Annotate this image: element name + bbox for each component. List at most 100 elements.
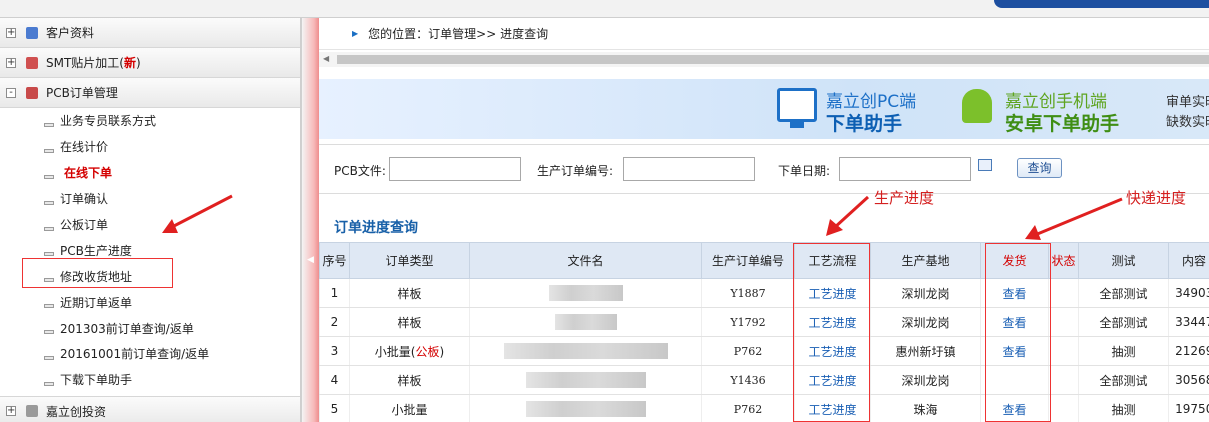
search-panel: PCB文件: 生产订单编号: 下单日期: 查询 — [319, 144, 1209, 194]
table-row: 5 小批量 P762 工艺进度 珠海 查看 抽测 19750 — [319, 394, 1209, 422]
highlight-box-shipping — [985, 243, 1051, 422]
cell-base: 深圳龙岗 — [870, 365, 981, 395]
expand-icon[interactable]: + — [6, 406, 16, 416]
sidebar-item-label: 201303前订单查询/返单 — [60, 321, 194, 336]
user-icon — [26, 26, 38, 39]
order-type-tail: ) — [439, 344, 445, 359]
sidebar-group-customer[interactable]: + 客户资料 — [0, 18, 300, 48]
item-bullet-icon — [44, 174, 54, 179]
new-badge: 新 — [123, 56, 136, 70]
arrow-express — [1025, 197, 1123, 240]
order-no-input[interactable] — [623, 157, 755, 181]
cell-type: 样板 — [349, 278, 470, 308]
cell-filename — [469, 394, 702, 422]
banner-side-text-1: 审单实时 — [1166, 95, 1209, 110]
table-row: 4 样板 Y1436 工艺进度 深圳龙岗 全部测试 30568 — [319, 365, 1209, 395]
app-root: + 客户资料 + SMT贴片加工(新) - PCB订单管理 业务专员联系方式 在… — [0, 0, 1209, 422]
item-bullet-icon — [44, 381, 54, 386]
sidebar-group-pcb-orders[interactable]: - PCB订单管理 — [0, 78, 300, 108]
item-bullet-icon — [44, 226, 54, 231]
table-header-row: 序号 订单类型 文件名 生产订单编号 工艺流程 生产基地 发货 状态 测试 内容 — [319, 242, 1209, 279]
sidebar-splitter[interactable]: ◀ — [301, 18, 319, 422]
sidebar-group-smt[interactable]: + SMT贴片加工(新) — [0, 48, 300, 78]
item-bullet-icon — [44, 122, 54, 127]
sidebar-group-label: 客户资料 — [46, 26, 95, 40]
col-header-status: 状态 — [1048, 242, 1079, 279]
cell-test: 全部测试 — [1078, 365, 1169, 395]
banner-pc-subtitle: 下单助手 — [826, 113, 903, 135]
cell-status — [1048, 336, 1079, 366]
cell-type: 小批量(公板) — [349, 336, 470, 366]
cell-content: 33447 — [1168, 307, 1209, 337]
sidebar-item-query-2016[interactable]: 20161001前订单查询/返单 — [44, 341, 300, 367]
order-date-label: 下单日期: — [778, 164, 831, 178]
cell-content: 19750 — [1168, 394, 1209, 422]
pcb-file-input[interactable] — [389, 157, 521, 181]
sidebar: + 客户资料 + SMT贴片加工(新) - PCB订单管理 业务专员联系方式 在… — [0, 18, 301, 422]
sidebar-group-invest[interactable]: + 嘉立创投资 — [0, 396, 300, 422]
cell-order-no: Y1436 — [701, 365, 795, 395]
col-header-filename: 文件名 — [469, 242, 702, 279]
cell-status — [1048, 394, 1079, 422]
calendar-icon[interactable] — [978, 159, 992, 171]
order-type-note: 公板 — [415, 344, 440, 359]
redacted-filename — [525, 372, 646, 388]
col-header-type: 订单类型 — [349, 242, 470, 279]
expand-icon[interactable]: + — [6, 57, 16, 68]
scroll-left-icon[interactable]: ◀ — [323, 54, 329, 63]
table-row: 2 样板 Y1792 工艺进度 深圳龙岗 查看 全部测试 33447 — [319, 307, 1209, 337]
scrollbar-thumb[interactable] — [337, 55, 1209, 64]
cell-no: 2 — [319, 307, 350, 337]
download-banner[interactable]: 嘉立创PC端 下单助手 嘉立创手机端 安卓下单助手 审单实时 缺数实时 — [319, 79, 1209, 139]
redacted-filename — [548, 285, 623, 301]
sidebar-item-label: 近期订单返单 — [60, 295, 133, 310]
android-icon — [962, 89, 992, 123]
cell-type: 样板 — [349, 307, 470, 337]
order-date-input[interactable] — [839, 157, 971, 181]
collapse-icon[interactable]: - — [6, 87, 16, 98]
horizontal-scrollbar[interactable]: ◀ — [319, 52, 1209, 67]
cell-type: 样板 — [349, 365, 470, 395]
folder-icon — [26, 86, 38, 99]
section-title: 订单进度查询 — [334, 220, 418, 236]
sidebar-item-label: 在线下单 — [64, 166, 113, 181]
main-content: ▶ 您的位置：订单管理>> 进度查询 ◀ 嘉立创PC端 下单助手 嘉立创手机端 … — [319, 18, 1209, 422]
sidebar-group-label: SMT贴片加工(新) — [46, 54, 141, 71]
order-no-label: 生产订单编号: — [537, 164, 614, 178]
col-header-test: 测试 — [1078, 242, 1169, 279]
query-button[interactable]: 查询 — [1017, 158, 1062, 178]
breadcrumb: ▶ 您的位置：订单管理>> 进度查询 — [319, 18, 1209, 50]
cell-no: 4 — [319, 365, 350, 395]
sidebar-item-query-2013[interactable]: 201303前订单查询/返单 — [44, 315, 300, 341]
cell-test: 抽测 — [1078, 394, 1169, 422]
sidebar-group-label-suffix: ) — [136, 56, 141, 70]
sidebar-sub-items: 业务专员联系方式 在线计价 在线下单 订单确认 公板订单 PCB生产进度 修改收… — [0, 108, 300, 393]
cell-base: 惠州新圩镇 — [870, 336, 981, 366]
cell-no: 3 — [319, 336, 350, 366]
cell-order-no: Y1887 — [701, 278, 795, 308]
cell-no: 5 — [319, 394, 350, 422]
col-header-no: 序号 — [319, 242, 350, 279]
sidebar-item-order-confirm[interactable]: 订单确认 — [44, 186, 300, 212]
cell-order-no: Y1792 — [701, 307, 795, 337]
sidebar-group-label: 嘉立创投资 — [46, 404, 107, 419]
sidebar-item-download-assistant[interactable]: 下载下单助手 — [44, 367, 300, 393]
cell-status — [1048, 278, 1079, 308]
collapse-arrow-icon[interactable]: ◀ — [307, 255, 314, 265]
order-type-text: 小批量( — [374, 344, 416, 359]
col-header-base: 生产基地 — [870, 242, 981, 279]
col-header-order-no: 生产订单编号 — [701, 242, 795, 279]
item-bullet-icon — [44, 148, 54, 153]
sidebar-item-online-quote[interactable]: 在线计价 — [44, 134, 300, 160]
orders-table: 序号 订单类型 文件名 生产订单编号 工艺流程 生产基地 发货 状态 测试 内容… — [319, 242, 1209, 422]
cell-content: 30568 — [1168, 365, 1209, 395]
sidebar-item-panel-orders[interactable]: 公板订单 — [44, 212, 300, 238]
sidebar-group-label: PCB订单管理 — [46, 86, 118, 100]
sidebar-item-contact[interactable]: 业务专员联系方式 — [44, 108, 300, 134]
sidebar-item-online-order[interactable]: 在线下单 — [44, 160, 300, 186]
expand-icon[interactable]: + — [6, 27, 16, 38]
item-bullet-icon — [44, 200, 54, 205]
sidebar-item-recent-reorder[interactable]: 近期订单返单 — [44, 289, 300, 315]
cell-base: 深圳龙岗 — [870, 307, 981, 337]
cell-order-no: P762 — [701, 336, 795, 366]
